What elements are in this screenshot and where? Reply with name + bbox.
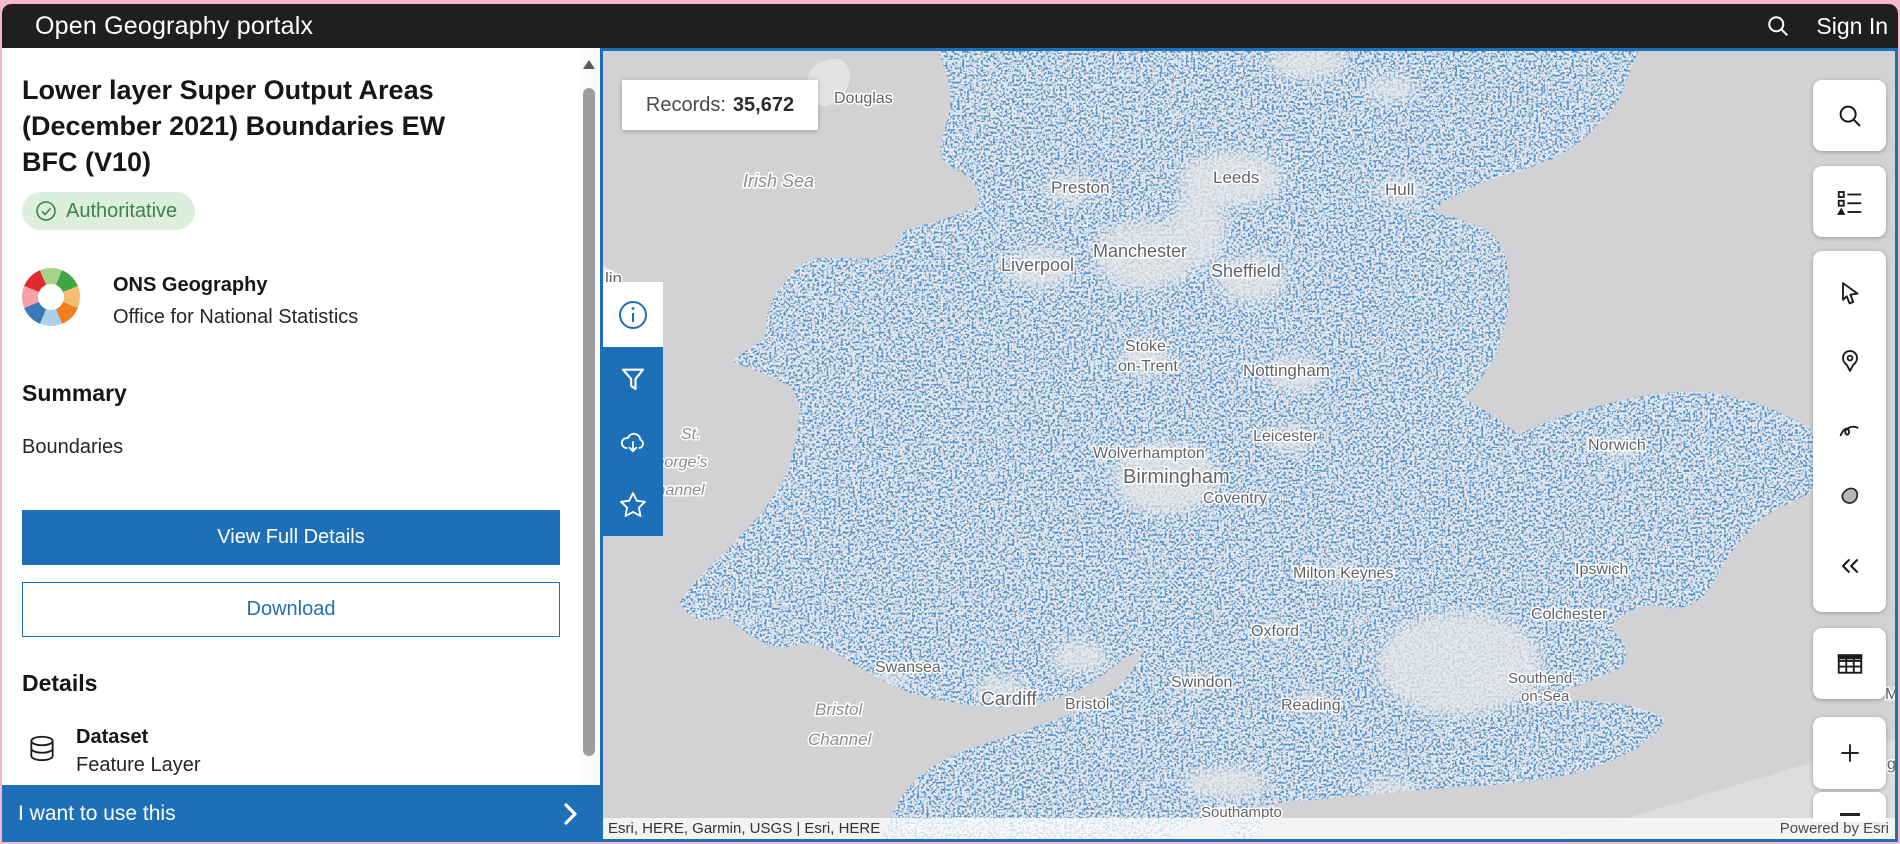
sign-in-link[interactable]: Sign In xyxy=(1816,13,1888,40)
info-tool-button[interactable] xyxy=(603,282,663,347)
pointer-icon xyxy=(1836,279,1864,307)
legend-icon xyxy=(1835,187,1865,217)
records-value: 35,672 xyxy=(733,94,794,117)
star-icon xyxy=(617,489,649,521)
layer-toolbar xyxy=(603,282,663,536)
favorite-tool-button[interactable] xyxy=(603,473,663,536)
map-label: Norwich xyxy=(1588,437,1646,454)
map-label: on-Sea xyxy=(1521,688,1570,705)
site-title: Open Geography portalx xyxy=(35,12,313,41)
plus-icon xyxy=(1837,740,1863,766)
map-label: Swansea xyxy=(875,659,941,676)
top-header: Open Geography portalx Sign In xyxy=(2,4,1898,48)
map-label: Coventry xyxy=(1203,490,1267,507)
map-label: Stoke- xyxy=(1125,338,1171,355)
zoom-in-button[interactable] xyxy=(1813,717,1886,789)
attribute-table-button[interactable] xyxy=(1813,628,1886,699)
table-icon xyxy=(1835,649,1865,679)
i-want-to-use-this-button[interactable]: I want to use this xyxy=(2,785,600,842)
map-label: Nottingham xyxy=(1243,361,1330,380)
bookmark-pin-button[interactable] xyxy=(1813,341,1886,381)
sketch-tool-button[interactable] xyxy=(1813,410,1886,450)
dataset-label: Dataset xyxy=(76,726,201,749)
map-label: Liverpool xyxy=(1001,255,1074,275)
org-subtitle: Office for National Statistics xyxy=(113,306,358,329)
map-label: Bristol xyxy=(815,700,863,719)
basemap-tool-button[interactable] xyxy=(1813,478,1886,518)
map-label: Preston xyxy=(1051,178,1110,197)
map-label: Ipswich xyxy=(1575,561,1628,578)
map-label: Reading xyxy=(1281,697,1341,714)
map-label: Douglas xyxy=(834,90,893,107)
map-label: Hull xyxy=(1385,180,1414,199)
pin-icon xyxy=(1836,347,1864,375)
dataset-type: Feature Layer xyxy=(76,754,201,777)
map-label: Wolverhampton xyxy=(1093,445,1205,462)
map-label: Sheffield xyxy=(1211,261,1281,281)
map-label: Manchester xyxy=(1093,241,1187,261)
download-button[interactable]: Download xyxy=(22,582,560,637)
authoritative-badge: Authoritative xyxy=(22,192,195,230)
org-name[interactable]: ONS Geography xyxy=(113,274,358,297)
download-tool-button[interactable] xyxy=(603,410,663,473)
map-canvas[interactable]: DouglasIrish SealinPrestonLeedsHullManch… xyxy=(600,48,1898,842)
map-label: Southend- xyxy=(1508,670,1577,687)
map-label: Bristol xyxy=(1065,696,1109,713)
badge-label: Authoritative xyxy=(66,200,177,223)
map-label: Cardiff xyxy=(981,689,1037,710)
squiggle-icon xyxy=(1836,416,1864,444)
view-full-details-button[interactable]: View Full Details xyxy=(22,510,560,565)
check-circle-icon xyxy=(35,200,57,222)
map-attribution-bar: Esri, HERE, Garmin, USGS | Esri, HERE Po… xyxy=(603,818,1895,839)
minus-icon xyxy=(1840,813,1860,816)
page-title: Lower layer Super Output Areas (December… xyxy=(22,72,472,180)
summary-heading: Summary xyxy=(22,380,127,407)
summary-text: Boundaries xyxy=(22,436,123,459)
powered-by-esri: Powered by Esri xyxy=(1780,820,1889,837)
legend-button[interactable] xyxy=(1813,166,1886,237)
pointer-tool-button[interactable] xyxy=(1813,273,1886,313)
info-icon xyxy=(617,299,649,331)
filter-icon xyxy=(618,364,648,394)
map-label: ge xyxy=(1887,756,1895,773)
map-label: on-Trent xyxy=(1118,358,1178,375)
map-label: Milton Keynes xyxy=(1293,565,1394,582)
collapse-toolbar-button[interactable] xyxy=(1813,546,1886,586)
details-heading: Details xyxy=(22,670,97,697)
app-window: Open Geography portalx Sign In Lower lay… xyxy=(2,4,1898,842)
up-arrow-icon xyxy=(583,60,595,69)
map-tools-group xyxy=(1813,251,1886,612)
filter-tool-button[interactable] xyxy=(603,347,663,410)
cloud-download-icon xyxy=(617,426,649,458)
double-chevron-left-icon xyxy=(1836,552,1864,580)
map-label: Oxford xyxy=(1251,623,1299,640)
cta-label: I want to use this xyxy=(18,802,176,826)
panel-scrollbar-thumb[interactable] xyxy=(583,88,595,756)
blob-shape-icon xyxy=(1836,484,1864,512)
map-label: Irish Sea xyxy=(743,171,814,191)
search-icon[interactable] xyxy=(1764,12,1792,40)
owner-row: ONS Geography Office for National Statis… xyxy=(22,268,358,329)
search-icon xyxy=(1835,101,1865,131)
records-label: Records: xyxy=(646,94,726,117)
dataset-row: Dataset Feature Layer xyxy=(26,726,201,777)
scrollbar-up-button[interactable] xyxy=(580,54,598,74)
map-label: Swindon xyxy=(1171,674,1232,691)
map-label: Channel xyxy=(808,730,873,749)
records-count-box: Records: 35,672 xyxy=(622,80,818,130)
chevron-right-icon xyxy=(558,801,582,827)
map-label: Leicester xyxy=(1253,428,1319,445)
item-side-panel: Lower layer Super Output Areas (December… xyxy=(2,48,600,842)
basemap: DouglasIrish SealinPrestonLeedsHullManch… xyxy=(603,51,1895,839)
map-label: Leeds xyxy=(1213,168,1259,187)
attribution-text: Esri, HERE, Garmin, USGS | Esri, HERE xyxy=(608,820,880,837)
ons-logo xyxy=(22,268,80,326)
map-label: Colchester xyxy=(1531,606,1608,623)
map-label: Birmingham xyxy=(1123,466,1230,488)
map-label: M xyxy=(1885,686,1895,703)
map-label: St. xyxy=(681,426,701,443)
map-search-button[interactable] xyxy=(1813,80,1886,151)
database-icon xyxy=(26,729,58,769)
